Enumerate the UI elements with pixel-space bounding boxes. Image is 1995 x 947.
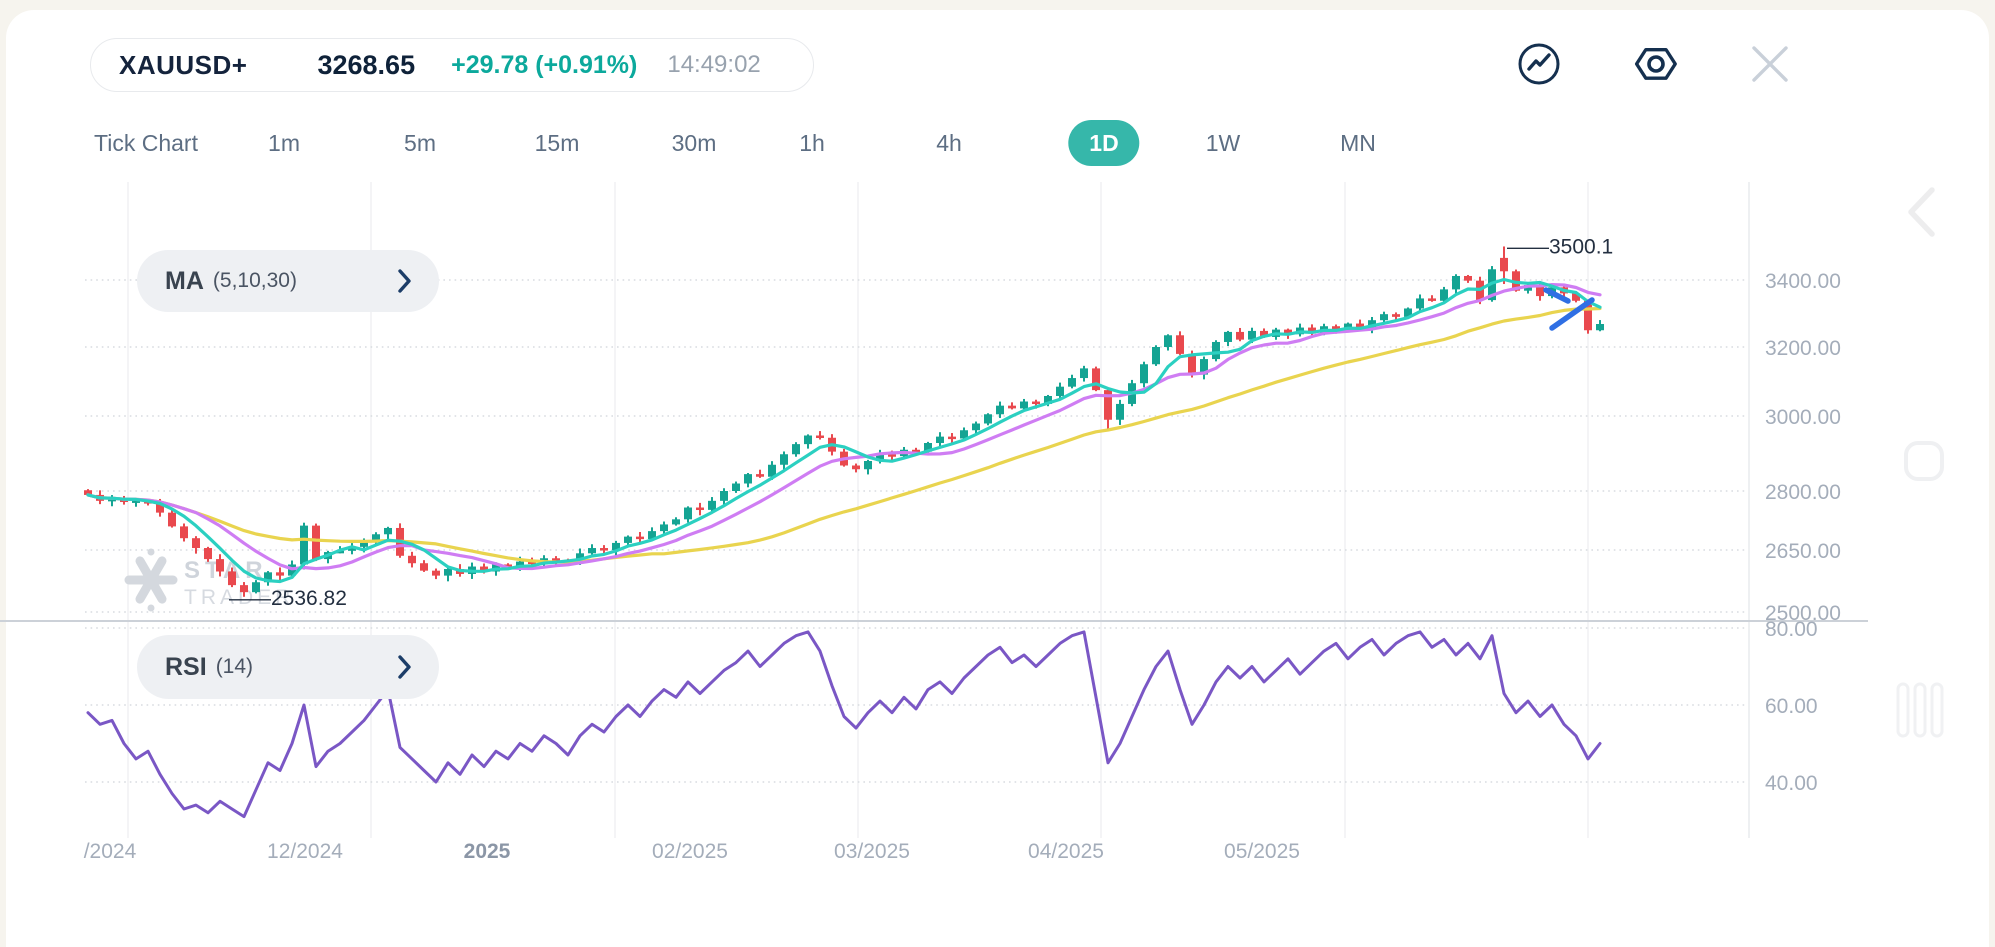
rsi-indicator-badge[interactable]: RSI (14): [137, 635, 439, 699]
rsi-label: RSI: [165, 653, 207, 682]
timeframe-tab-1m[interactable]: 1m: [268, 120, 300, 166]
close-icon[interactable]: [1746, 40, 1794, 88]
drag-bars-icon[interactable]: [1894, 680, 1950, 745]
ma-label: MA: [165, 267, 204, 296]
timeframe-tab-1w[interactable]: 1W: [1206, 120, 1241, 166]
snapshot-icon[interactable]: [1902, 439, 1946, 488]
quote-time: 14:49:02: [667, 51, 760, 79]
svg-text:/2024: /2024: [84, 840, 137, 863]
svg-text:STAR: STAR: [184, 557, 268, 584]
svg-text:60.00: 60.00: [1765, 695, 1818, 718]
timeframe-tab-15m[interactable]: 15m: [535, 120, 580, 166]
last-price: 3268.65: [317, 50, 415, 81]
ma-indicator-badge[interactable]: MA (5,10,30): [137, 250, 439, 312]
svg-text:02/2025: 02/2025: [652, 840, 728, 863]
svg-text:80.00: 80.00: [1765, 618, 1818, 641]
svg-text:3400.00: 3400.00: [1765, 270, 1841, 293]
svg-text:2800.00: 2800.00: [1765, 481, 1841, 504]
timeframe-tab-1d[interactable]: 1D: [1068, 120, 1139, 166]
rsi-params: (14): [216, 655, 253, 679]
x-axis-labels: /2024 12/2024 2025 02/2025 03/2025 04/2025 05/…: [84, 840, 1300, 863]
timeframe-tab-mn[interactable]: MN: [1340, 120, 1376, 166]
svg-text:2650.00: 2650.00: [1765, 540, 1841, 563]
timeframe-tab-1h[interactable]: 1h: [799, 120, 825, 166]
timeframe-tab-30m[interactable]: 30m: [672, 120, 717, 166]
svg-text:——3500.1: ——3500.1: [1507, 235, 1613, 258]
timeframe-tab-tick-chart[interactable]: Tick Chart: [94, 120, 198, 166]
svg-text:40.00: 40.00: [1765, 772, 1818, 795]
trendline-icon[interactable]: [1515, 40, 1563, 88]
svg-text:03/2025: 03/2025: [834, 840, 910, 863]
svg-text:——2536.82: ——2536.82: [229, 587, 347, 610]
collapse-panel-icon[interactable]: [1898, 182, 1950, 247]
timeframe-tab-5m[interactable]: 5m: [404, 120, 436, 166]
y-axis-labels: 3400.003200.003000.002800.002650.002500.…: [1765, 270, 1841, 795]
svg-text:2025: 2025: [464, 840, 511, 863]
chevron-right-icon: [397, 654, 413, 680]
symbol-quote-pill[interactable]: XAUUSD+ 3268.65 +29.78 (+0.91%) 14:49:02: [90, 38, 814, 92]
svg-text:04/2025: 04/2025: [1028, 840, 1104, 863]
svg-text:3200.00: 3200.00: [1765, 337, 1841, 360]
ma-params: (5,10,30): [213, 269, 297, 293]
app-screen: 3400.003200.003000.002800.002650.002500.…: [0, 0, 1995, 947]
symbol-name: XAUUSD+: [119, 50, 247, 81]
timeframe-tab-4h[interactable]: 4h: [936, 120, 962, 166]
svg-text:3000.00: 3000.00: [1765, 406, 1841, 429]
svg-text:12/2024: 12/2024: [267, 840, 343, 863]
price-change: +29.78 (+0.91%): [451, 51, 637, 80]
settings-icon[interactable]: [1632, 40, 1680, 88]
chevron-right-icon: [397, 268, 413, 294]
svg-text:05/2025: 05/2025: [1224, 840, 1300, 863]
